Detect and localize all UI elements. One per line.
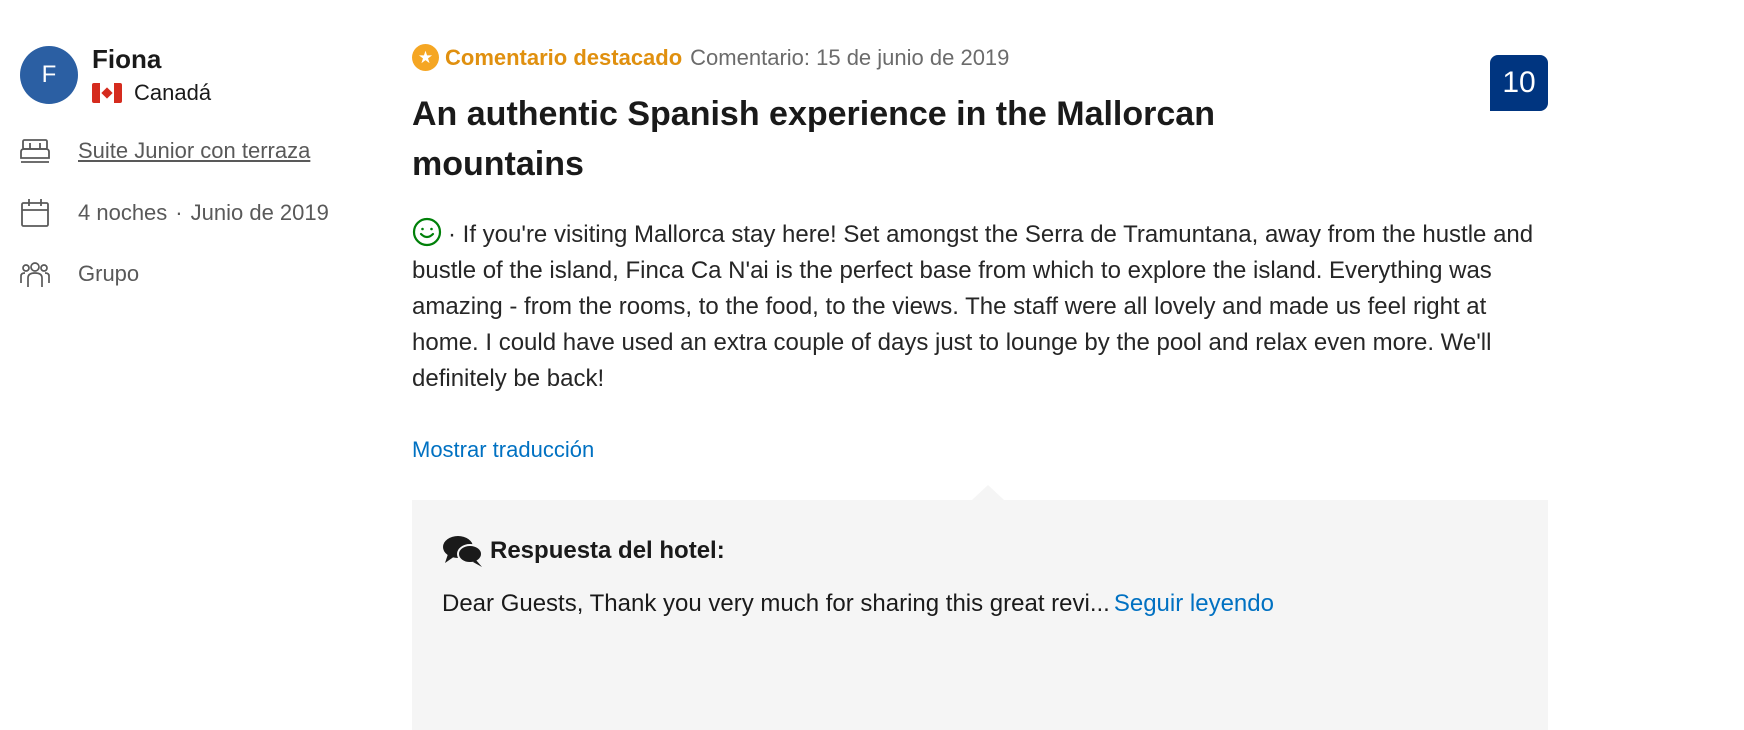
review-content: ★ Comentario destacado Comentario: 15 de… [412, 44, 1548, 463]
read-more-link[interactable]: Seguir leyendo [1114, 590, 1274, 617]
group-icon [20, 259, 50, 289]
review-date: Comentario: 15 de junio de 2019 [690, 44, 1010, 70]
star-icon: ★ [412, 44, 439, 71]
review-text: · If you're visiting Mallorca stay here!… [412, 221, 1534, 392]
reviewer-name: Fiona [92, 44, 162, 74]
score-badge: 10 [1490, 55, 1548, 111]
featured-label: Comentario destacado [445, 44, 683, 70]
avatar: F [20, 46, 78, 104]
stay-month: Junio de 2019 [190, 200, 329, 225]
traveler-type: Grupo [78, 261, 140, 286]
review-body: · If you're visiting Mallorca stay here!… [412, 217, 1548, 397]
room-type-row: Suite Junior con terraza [20, 136, 310, 166]
traveler-type-row: Grupo [20, 259, 139, 289]
hotel-response-excerpt: Dear Guests, Thank you very much for sha… [442, 590, 1110, 617]
room-type-link[interactable]: Suite Junior con terraza [78, 138, 310, 164]
show-translation-link[interactable]: Mostrar traducción [412, 437, 594, 463]
country-name: Canadá [134, 80, 212, 105]
bed-icon [20, 136, 50, 166]
nights-count: 4 noches [78, 200, 168, 225]
avatar-initial: F [41, 61, 57, 88]
review-card: F Fiona Canadá Suite Junior con terraza [0, 0, 1744, 730]
hotel-response-text: Dear Guests, Thank you very much for sha… [442, 590, 1274, 618]
score-value: 10 [1502, 66, 1536, 99]
reviewer-country: Canadá [92, 80, 211, 106]
stay-duration-row: 4 noches · Junio de 2019 [20, 198, 329, 228]
hotel-response-title: Respuesta del hotel: [490, 537, 725, 564]
separator: · [175, 200, 183, 225]
calendar-icon [20, 198, 50, 228]
review-meta: ★ Comentario destacado Comentario: 15 de… [412, 44, 1548, 71]
hotel-response-header: Respuesta del hotel: [442, 533, 725, 569]
hotel-response: Respuesta del hotel: Dear Guests, Thank … [412, 485, 1548, 730]
speech-bubbles-icon [442, 533, 484, 569]
canada-flag-icon [92, 83, 122, 103]
smile-icon [412, 217, 442, 247]
response-pointer [972, 485, 1004, 500]
review-title: An authentic Spanish experience in the M… [412, 95, 1215, 183]
